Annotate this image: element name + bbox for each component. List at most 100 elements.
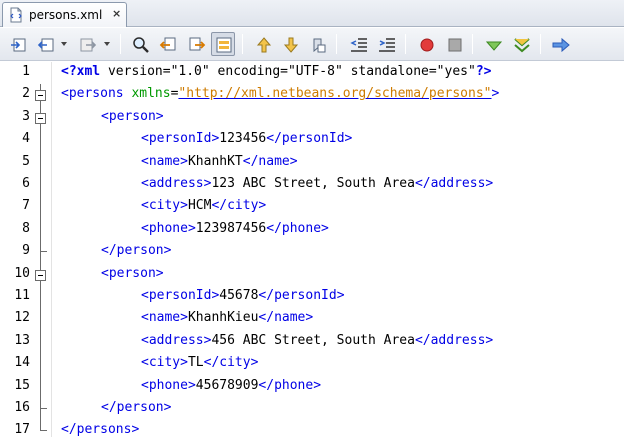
code-token: KhanhKT: [187, 153, 243, 169]
fold-guide: [40, 375, 41, 398]
code-line[interactable]: 8 <phone>123987456</phone>: [0, 218, 624, 242]
close-icon[interactable]: ×: [112, 7, 121, 20]
line-number: 4: [22, 131, 30, 147]
validate-xml-button[interactable]: [509, 32, 533, 56]
code-text: <?xml version="1.0" encoding="UTF-8" sta…: [61, 64, 491, 79]
code-text: <address>456 ABC Street, South Area</add…: [141, 333, 493, 348]
code-token: "http://xml.netbeans.org/schema/persons": [178, 86, 492, 102]
code-token: <phone>: [141, 377, 196, 393]
xsl-transform-button[interactable]: [548, 32, 572, 56]
last-edit-icon: [11, 38, 26, 52]
fold-end-marker: [40, 398, 47, 409]
code-text: <person>: [101, 109, 164, 124]
code-line[interactable]: 9 </person>: [0, 241, 624, 264]
line-number: 9: [22, 243, 30, 259]
back-button[interactable]: [33, 32, 57, 56]
toolbar-separator: [540, 34, 541, 54]
shift-right-button[interactable]: [374, 32, 398, 56]
line-number: 15: [14, 377, 30, 393]
code-line[interactable]: 5 <name>KhanhKT</name>: [0, 151, 624, 174]
code-line[interactable]: 2 <persons xmlns="http://xml.netbeans.org…: [0, 84, 624, 107]
fold-collapse-icon[interactable]: [35, 90, 46, 102]
start-macro-button[interactable]: [414, 32, 438, 56]
forward-icon: [80, 38, 97, 52]
code-text: <personId>123456</personId>: [141, 131, 352, 146]
fold-collapse-icon[interactable]: [35, 269, 46, 281]
fold-guide: [40, 286, 41, 309]
shift-right-icon: [379, 38, 395, 52]
code-token: <name>: [141, 310, 188, 326]
back-dropdown-icon[interactable]: [61, 42, 67, 46]
stop-macro-button[interactable]: [442, 32, 466, 56]
check-xml-button[interactable]: [481, 32, 505, 56]
toolbar-separator: [336, 34, 337, 54]
fold-collapse-icon[interactable]: [35, 112, 46, 124]
line-number: 2: [22, 86, 30, 102]
next-bookmark-button[interactable]: [278, 32, 302, 56]
code-line[interactable]: 17 </persons>: [0, 420, 624, 437]
code-token: >: [491, 86, 500, 102]
code-token: </person>: [101, 243, 172, 259]
fold-guide: [40, 308, 41, 331]
code-token: </address>: [414, 176, 494, 191]
fold-guide: [40, 106, 41, 113]
code-token: </phone>: [266, 220, 329, 236]
code-line[interactable]: 1 <?xml version="1.0" encoding="UTF-8" st…: [0, 62, 624, 84]
find-next-button[interactable]: [184, 32, 208, 56]
code-token: </person>: [101, 400, 172, 415]
shift-left-button[interactable]: [346, 32, 370, 56]
code-token: <person>: [101, 265, 164, 281]
code-line[interactable]: 12 <name>KhanhKieu</name>: [0, 308, 624, 331]
xml-file-icon: [8, 7, 24, 23]
next-bookmark-icon: [283, 37, 299, 53]
tab-persons-xml[interactable]: persons.xml ×: [2, 2, 127, 27]
code-text: <city>TL</city>: [141, 355, 258, 370]
forward-button[interactable]: [75, 32, 99, 56]
code-line[interactable]: 7 <city>HCM</city>: [0, 196, 624, 219]
code-text: </person>: [101, 400, 171, 415]
find-button[interactable]: [128, 32, 152, 56]
code-line[interactable]: 13 <address>456 ABC Street, South Area</a…: [0, 330, 624, 354]
code-line[interactable]: 16 </person>: [0, 398, 624, 421]
fold-guide: [40, 409, 41, 421]
code-line[interactable]: 14 <city>TL</city>: [0, 353, 624, 376]
find-next-icon: [189, 37, 206, 51]
code-token: </name>: [242, 153, 298, 169]
code-line[interactable]: 6 <address>123 ABC Street, South Area</ad…: [0, 174, 624, 197]
line-number: 6: [22, 176, 30, 191]
code-line[interactable]: 15 <phone>45678909</phone>: [0, 375, 624, 398]
code-token: </address>: [414, 332, 494, 348]
fold-guide: [40, 330, 41, 354]
code-text: <city>HCM</city>: [141, 198, 266, 213]
toggle-bookmark-button[interactable]: [305, 32, 329, 56]
code-token: <phone>: [141, 220, 196, 236]
code-token: version="1.0" encoding="UTF-8" standalon…: [100, 64, 476, 79]
fold-guide: [40, 151, 41, 174]
code-text: <name>KhanhKT</name>: [141, 154, 298, 169]
forward-dropdown-icon[interactable]: [104, 42, 110, 46]
editor-toolbar: [0, 28, 624, 61]
toggle-highlight-button[interactable]: [211, 32, 235, 56]
xsl-transform-icon: [552, 37, 570, 53]
previous-bookmark-icon: [256, 37, 272, 53]
code-text: <persons xmlns="http://xml.netbeans.org/…: [61, 86, 499, 101]
previous-bookmark-button[interactable]: [251, 32, 275, 56]
find-previous-button[interactable]: [155, 32, 179, 56]
last-edit-button[interactable]: [6, 32, 30, 56]
code-line[interactable]: 3 <person>: [0, 106, 624, 130]
line-number: 16: [14, 400, 30, 415]
code-token: 45678909: [195, 377, 259, 393]
code-token: </city>: [203, 355, 259, 371]
toggle-bookmark-icon: [313, 38, 326, 53]
tab-label: persons.xml: [29, 8, 103, 22]
code-token: <persons: [61, 86, 124, 102]
code-text: </person>: [101, 243, 171, 258]
code-editor[interactable]: 1 <?xml version="1.0" encoding="UTF-8" st…: [0, 62, 624, 437]
code-line[interactable]: 11 <personId>45678</personId>: [0, 286, 624, 309]
fold-guide: [40, 218, 41, 242]
code-token: </name>: [258, 310, 314, 326]
line-number: 11: [14, 288, 30, 303]
code-line[interactable]: 4 <personId>123456</personId>: [0, 129, 624, 152]
line-number: 12: [14, 310, 30, 326]
code-line[interactable]: 10 <person>: [0, 263, 624, 286]
